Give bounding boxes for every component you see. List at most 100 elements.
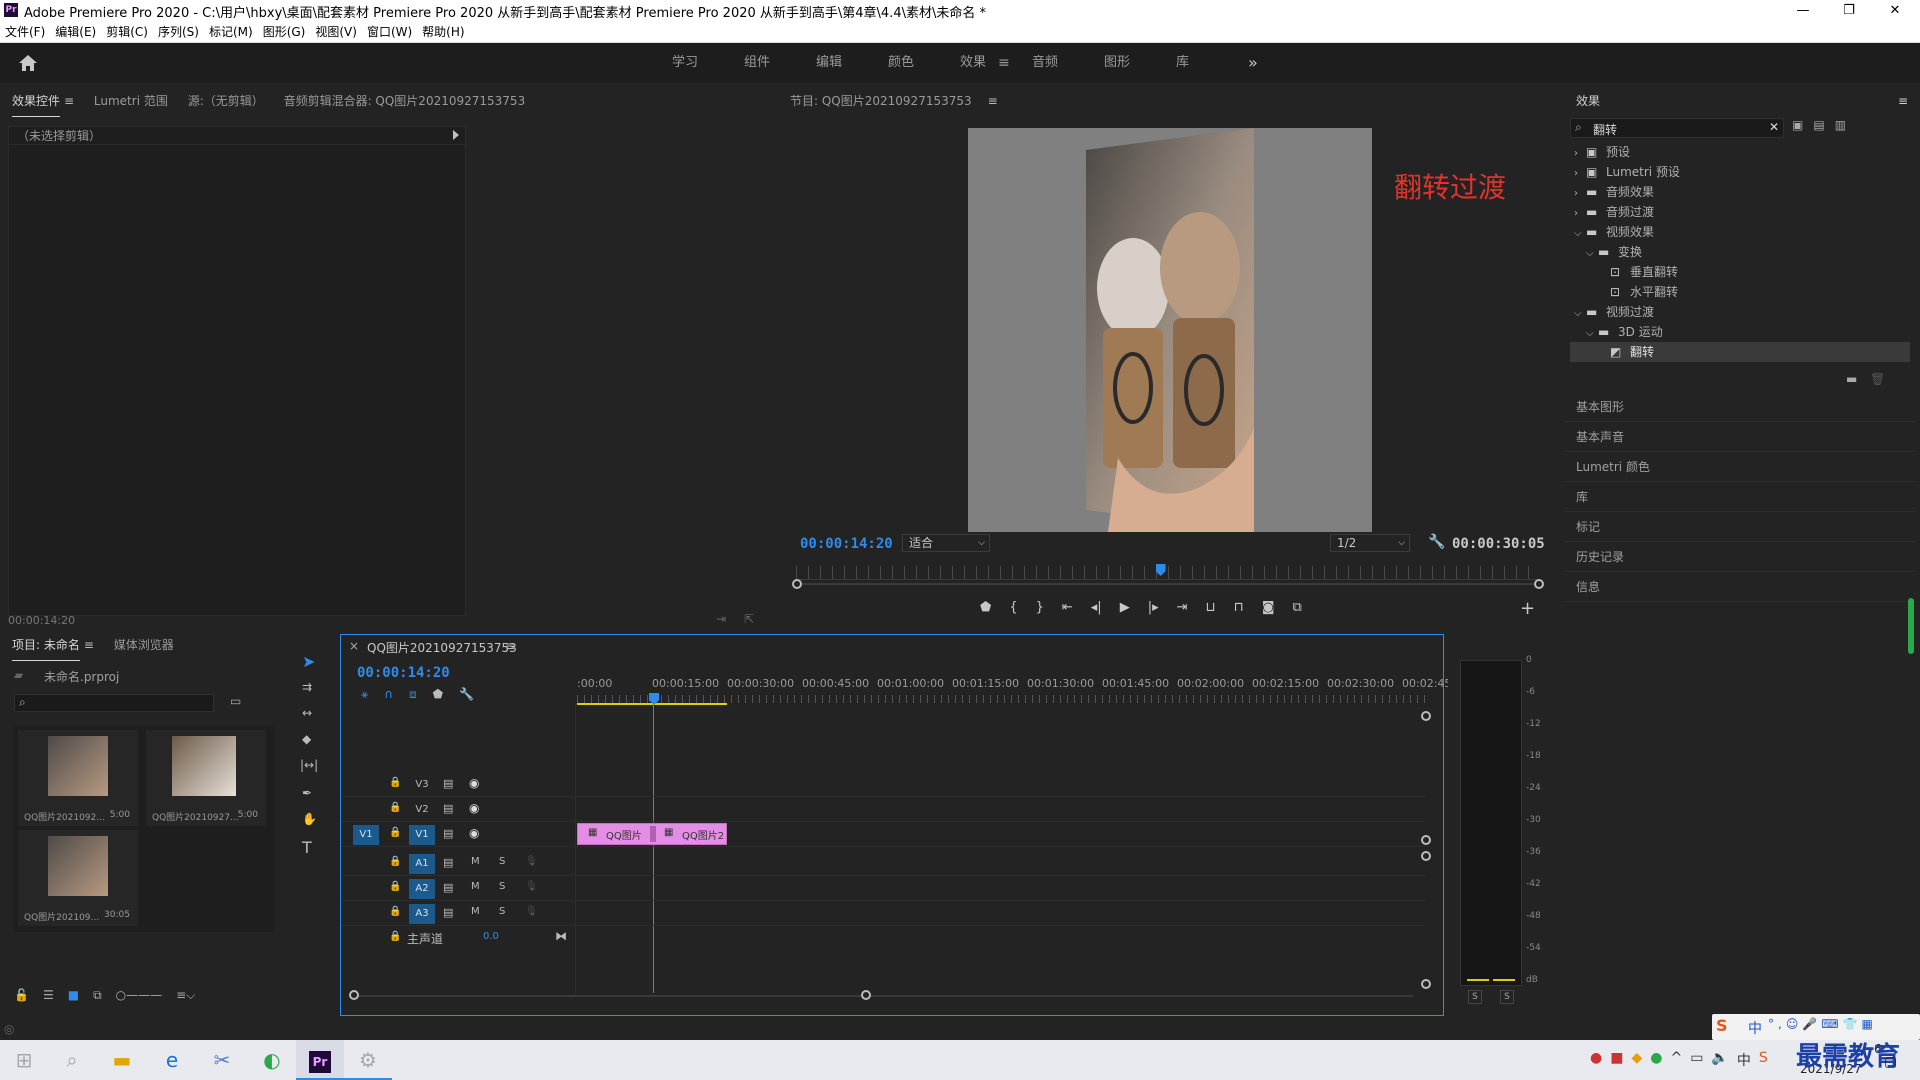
extract-icon[interactable]: ⊓ <box>1234 600 1244 615</box>
chevron-right-icon[interactable]: › <box>1574 164 1586 184</box>
workspace-menu-icon[interactable]: ≡ <box>998 43 1010 83</box>
track-target-toggle[interactable]: V1 <box>409 825 435 845</box>
32bit-effects-icon[interactable]: ▤ <box>1813 118 1824 132</box>
solo-right-button[interactable]: S <box>1500 990 1514 1004</box>
sync-lock-icon[interactable]: ▤ <box>443 802 453 815</box>
eye-icon[interactable]: ◉ <box>469 776 479 790</box>
menu-help[interactable]: 帮助(H) <box>417 21 469 43</box>
comparison-view-icon[interactable]: ⧉ <box>1292 600 1301 615</box>
panel-libraries[interactable]: 库 <box>1564 482 1916 512</box>
tab-effect-controls[interactable]: 效果控件 <box>12 86 61 117</box>
ime-tools-icons[interactable]: °,☺🎤⌨👕▦ <box>1768 1017 1877 1031</box>
zoom-scrollbar[interactable] <box>796 583 1540 585</box>
timeline-timecode[interactable]: 00:00:14:20 <box>357 665 450 681</box>
project-search-input[interactable]: ⌕ <box>14 694 214 712</box>
tray-app-icon[interactable]: ◆ <box>1631 1050 1642 1070</box>
project-menu-icon[interactable]: ≡ <box>84 630 94 660</box>
effect-item[interactable]: › ▬ 音频效果 <box>1570 182 1910 202</box>
chevron-down-icon[interactable]: ⌵ <box>1586 324 1598 344</box>
workspace-graphics[interactable]: 图形 <box>1104 43 1130 83</box>
type-tool-icon[interactable]: T <box>302 838 312 857</box>
timeline-settings-wrench-icon[interactable]: 🔧 <box>459 687 474 702</box>
slip-tool-icon[interactable]: |↔| <box>300 758 318 772</box>
step-back-icon[interactable]: ◂| <box>1091 600 1102 615</box>
track-select-tool-icon[interactable]: ⇉ <box>302 680 312 694</box>
file-explorer-icon[interactable]: ▬ <box>98 1040 146 1080</box>
tab-lumetri-scopes[interactable]: Lumetri 范围 <box>94 86 168 116</box>
go-to-in-icon[interactable]: ⇤ <box>1062 600 1073 615</box>
freeform-view-icon[interactable]: ⧉ <box>93 988 102 1003</box>
ime-language[interactable]: 中 <box>1748 1018 1762 1038</box>
panel-info[interactable]: 信息 <box>1564 572 1916 602</box>
effect-item-selected[interactable]: ◩ 翻转 <box>1570 342 1910 362</box>
microphone-icon[interactable]: 🎙 <box>525 881 538 892</box>
tab-project[interactable]: 项目: 未命名 <box>12 630 80 661</box>
workspace-assembly[interactable]: 组件 <box>744 43 770 83</box>
icon-view-icon[interactable]: ■ <box>68 988 79 1003</box>
add-marker-icon[interactable]: ⬟ <box>980 600 991 615</box>
tray-app-icon[interactable]: ■ <box>1610 1050 1623 1070</box>
track-lock-icon[interactable]: 🔒 <box>389 881 401 892</box>
close-button[interactable]: ✕ <box>1872 0 1918 21</box>
resolution-dropdown[interactable]: 1/2 ⌵ <box>1330 534 1410 552</box>
close-sequence-icon[interactable]: × <box>349 639 359 653</box>
selection-tool-icon[interactable]: ➤ <box>302 652 315 671</box>
tray-chevron-icon[interactable]: ^ <box>1670 1050 1682 1070</box>
effects-search-input[interactable]: ⌕ 翻转 ✕ <box>1570 118 1784 138</box>
linked-selection-icon[interactable]: ⧈ <box>409 687 417 702</box>
panel-essential-graphics[interactable]: 基本图形 <box>1564 392 1916 422</box>
hscroll-handle-right[interactable] <box>861 990 871 1000</box>
panel-history[interactable]: 历史记录 <box>1564 542 1916 572</box>
input-method-icon[interactable]: 中 <box>1737 1050 1751 1070</box>
program-menu-icon[interactable]: ≡ <box>988 86 998 116</box>
horizontal-scrollbar[interactable] <box>353 995 1413 997</box>
mark-out-icon[interactable]: } <box>1036 600 1044 615</box>
program-current-timecode[interactable]: 00:00:14:20 <box>800 536 893 552</box>
flip-transition[interactable] <box>650 826 656 842</box>
ripple-edit-tool-icon[interactable]: ↔ <box>302 706 312 720</box>
menu-edit[interactable]: 编辑(E) <box>50 21 101 43</box>
fit-dropdown[interactable]: 适合 ⌵ <box>902 534 990 552</box>
solo-button[interactable]: S <box>499 856 505 867</box>
workspace-color[interactable]: 颜色 <box>888 43 914 83</box>
timeline-ruler[interactable]: :00:00 00:00:15:00 00:00:30:00 00:00:45:00 0… <box>577 675 1455 697</box>
chevron-right-icon[interactable]: › <box>1574 184 1586 204</box>
edge-browser-icon[interactable]: e <box>148 1040 196 1080</box>
zoom-handle-right[interactable] <box>1534 579 1544 589</box>
solo-button[interactable]: S <box>499 906 505 917</box>
tray-app-icon[interactable]: ● <box>1590 1050 1602 1070</box>
nest-icon[interactable]: ⚹ <box>361 687 368 702</box>
wrench-icon[interactable]: 🔧 <box>1428 534 1445 550</box>
tab-media-browser[interactable]: 媒体浏览器 <box>114 630 174 660</box>
vertical-zoom-handle-audio[interactable] <box>1421 851 1431 861</box>
microphone-icon[interactable]: 🎙 <box>525 906 538 917</box>
work-area-bar[interactable] <box>577 703 727 705</box>
project-item-sequence[interactable]: QQ图片202109... 30:05 <box>18 830 138 926</box>
sync-lock-icon[interactable]: ▤ <box>443 777 453 790</box>
mute-button[interactable]: M <box>471 881 480 892</box>
effect-item[interactable]: ⊡ 垂直翻转 <box>1570 262 1910 282</box>
master-volume-value[interactable]: 0.0 <box>483 931 499 942</box>
effect-item[interactable]: › ▣ 预设 <box>1570 142 1910 162</box>
menu-markers[interactable]: 标记(M) <box>204 21 258 43</box>
solo-button[interactable]: S <box>499 881 505 892</box>
track-target-toggle[interactable]: A1 <box>409 854 435 874</box>
workspace-libraries[interactable]: 库 <box>1176 43 1189 83</box>
effect-item[interactable]: ⌵ ▬ 视频效果 <box>1570 222 1910 242</box>
effect-item[interactable]: ⊡ 水平翻转 <box>1570 282 1910 302</box>
add-button-icon[interactable]: + <box>1520 598 1535 619</box>
lock-icon[interactable]: 🔓 <box>14 988 29 1003</box>
hand-tool-icon[interactable]: ✋ <box>302 812 317 826</box>
zoom-slider[interactable]: ○——— <box>116 988 162 1003</box>
chevron-down-icon[interactable]: ⌵ <box>1586 244 1598 264</box>
pen-tool-icon[interactable]: ✒ <box>302 786 312 800</box>
premiere-taskbar-icon[interactable]: Pr <box>296 1040 344 1080</box>
menu-window[interactable]: 窗口(W) <box>362 21 417 43</box>
effect-item[interactable]: ⌵ ▬ 3D 运动 <box>1570 322 1910 342</box>
solo-left-button[interactable]: S <box>1468 990 1482 1004</box>
panel-lumetri-color[interactable]: Lumetri 颜色 <box>1564 452 1916 482</box>
tray-app-icon[interactable]: ● <box>1650 1050 1662 1070</box>
play-icon[interactable]: ▶ <box>1120 600 1130 615</box>
sogou-ime-icon[interactable]: S <box>1716 1016 1728 1035</box>
track-lock-icon[interactable]: 🔒 <box>389 827 401 838</box>
